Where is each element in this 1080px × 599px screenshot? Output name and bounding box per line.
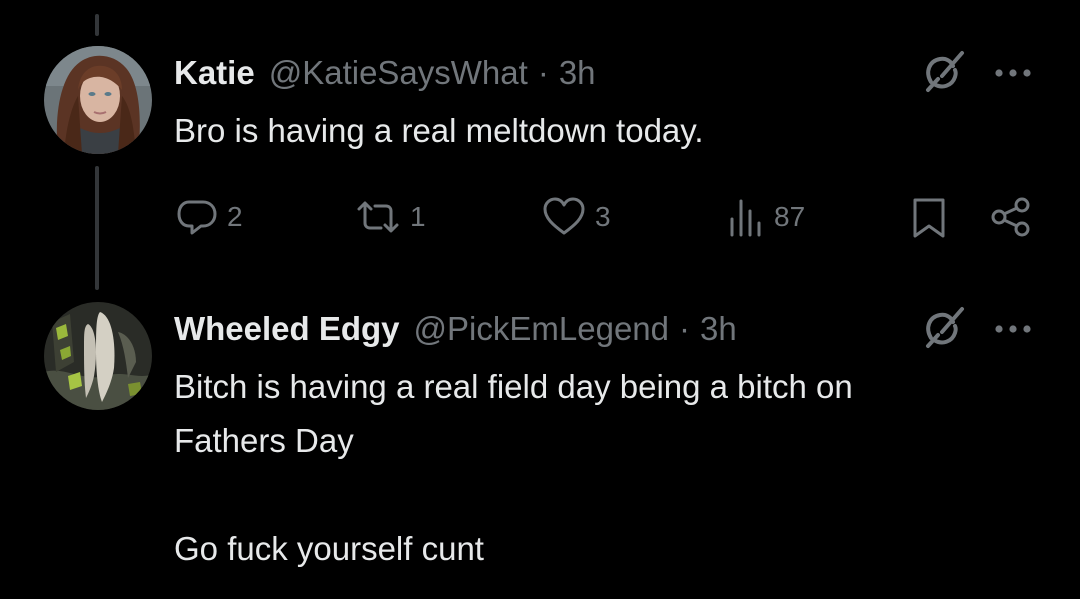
tweet-text-line: Go fuck yourself cunt [174, 530, 484, 567]
separator-dot: · [537, 54, 549, 91]
more-icon[interactable] [990, 319, 1036, 339]
more-icon[interactable] [990, 63, 1036, 83]
tweet-text: Bro is having a real meltdown today. [174, 112, 704, 149]
views-count: 87 [774, 201, 806, 232]
tweet-text-line: Bitch is having a real field day being a… [174, 368, 853, 405]
timestamp[interactable]: 3h [559, 53, 596, 93]
user-handle[interactable]: @PickEmLegend [414, 309, 669, 349]
bookmark-button[interactable] [908, 194, 950, 240]
reply-icon [175, 195, 219, 239]
avatar[interactable] [44, 302, 152, 410]
tweet-header: Wheeled Edgy @PickEmLegend · 3h [174, 309, 737, 349]
share-button[interactable] [988, 194, 1034, 240]
avatar[interactable] [44, 46, 152, 154]
thread-line [95, 166, 99, 290]
retweet-icon [354, 195, 402, 239]
like-button[interactable]: 3 [541, 194, 611, 240]
tweet-header: Katie @KatieSaysWhat · 3h [174, 53, 596, 93]
separator-dot: · [679, 310, 691, 347]
timestamp[interactable]: 3h [700, 309, 737, 349]
grok-icon[interactable] [914, 46, 968, 100]
user-handle[interactable]: @KatieSaysWhat [269, 53, 528, 93]
like-icon [541, 195, 587, 239]
thread-line-top [95, 14, 99, 36]
display-name[interactable]: Katie [174, 53, 255, 93]
like-count: 3 [595, 201, 611, 232]
tweet-text-line: Fathers Day [174, 422, 354, 459]
grok-icon[interactable] [914, 302, 968, 356]
bookmark-icon [908, 195, 950, 239]
retweet-count: 1 [410, 201, 426, 232]
share-icon [988, 195, 1034, 239]
views-icon [726, 195, 766, 239]
reply-count: 2 [227, 201, 243, 232]
views-button[interactable]: 87 [726, 194, 805, 240]
reply-button[interactable]: 2 [175, 194, 243, 240]
display-name[interactable]: Wheeled Edgy [174, 309, 400, 349]
retweet-button[interactable]: 1 [354, 194, 426, 240]
